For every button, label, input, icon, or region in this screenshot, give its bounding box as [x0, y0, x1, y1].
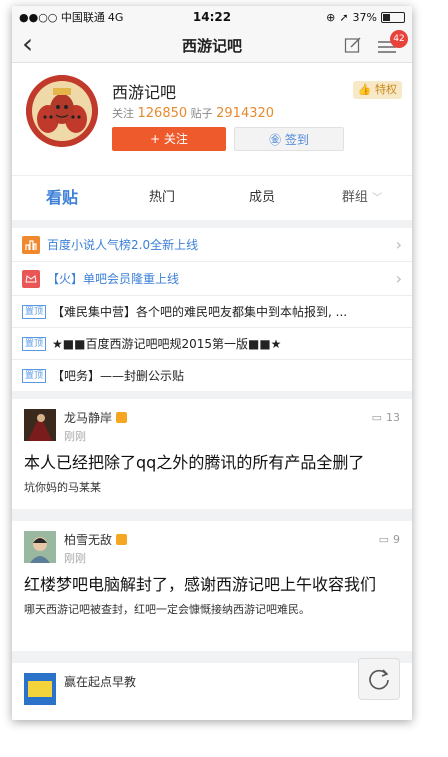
top-post-text: ★■■百度西游记吧吧规2015第一版■■★	[52, 337, 282, 351]
location-icon: ➚	[339, 10, 349, 24]
avatar[interactable]	[24, 673, 56, 705]
tab-members[interactable]: 成员	[212, 176, 312, 220]
post-author[interactable]: 赢在起点早教	[64, 673, 136, 690]
refresh-button[interactable]	[358, 658, 400, 700]
battery-percent: 37%	[352, 10, 377, 24]
post-label: 贴子	[190, 107, 213, 120]
privilege-label: 特权	[375, 83, 397, 96]
phone-screen: ●●○○ 中国联通 4G 14:22 ⊕ ➚ 37% ‹ 西游记吧 42 西游记…	[12, 6, 412, 720]
post-card[interactable]: 赢在起点早教	[12, 663, 412, 720]
refresh-icon	[369, 669, 389, 690]
post-header: 柏雪无敌 刚刚	[24, 531, 400, 569]
network-label: 4G	[107, 10, 124, 24]
top-post-item[interactable]: 置顶 【吧务】——封删公示贴	[12, 360, 412, 391]
avatar[interactable]	[24, 409, 56, 441]
post-count: 2914320	[216, 106, 275, 121]
status-right: ⊕ ➚ 37%	[326, 11, 405, 24]
message-count-badge: 42	[390, 30, 408, 48]
top-post-item[interactable]: 置顶 【难民集中营】各个吧的难民吧友都集中到本帖报到, ...	[12, 296, 412, 328]
forum-header: 西游记吧 关注 126850 贴子 2914320 + 关注 ㊎ 签到 👍 特权	[12, 63, 412, 175]
status-bar: ●●○○ 中国联通 4G 14:22 ⊕ ➚ 37%	[12, 6, 412, 28]
comment-count-value: 13	[386, 411, 400, 424]
top-post-text: 【吧务】——封删公示贴	[52, 369, 185, 383]
top-post-text: 【难民集中营】各个吧的难民吧友都集中到本帖报到, ...	[52, 305, 348, 319]
top-tag: 置顶	[22, 368, 47, 383]
comment-count: ▭ 13	[372, 411, 400, 424]
comment-count-value: 9	[393, 533, 400, 546]
post-author[interactable]: 柏雪无敌	[64, 531, 128, 548]
post-title: 本人已经把除了qq之外的腾讯的所有产品全删了	[24, 453, 365, 472]
privilege-button[interactable]: 👍 特权	[352, 81, 402, 99]
tab-groups[interactable]: 群组 ﹀	[312, 176, 412, 220]
follow-button[interactable]: + 关注	[112, 127, 226, 151]
follow-label: 关注	[112, 107, 134, 120]
battery-icon	[381, 11, 405, 23]
top-post-item[interactable]: 置顶 ★■■百度西游记吧吧规2015第一版■■★	[12, 328, 412, 360]
notice-text: 百度小说人气榜2.0全新上线	[47, 238, 199, 252]
notice-item[interactable]: 百度小说人气榜2.0全新上线 ›	[12, 228, 412, 262]
post-time: 刚刚	[64, 552, 86, 565]
back-chevron-icon[interactable]: ‹	[22, 30, 33, 58]
avatar[interactable]	[24, 531, 56, 563]
sign-in-button[interactable]: ㊎ 签到	[234, 127, 344, 151]
post-title: 红楼梦吧电脑解封了，感谢西游记吧上午收容我们	[24, 575, 377, 594]
tab-bar: 看贴 热门 成员 群组 ﹀	[12, 175, 412, 220]
forum-name: 西游记吧	[112, 83, 177, 102]
follow-count: 126850	[137, 106, 188, 121]
post-excerpt: 坑你妈的马某某	[24, 481, 101, 494]
forum-logo[interactable]	[26, 75, 98, 147]
post-card[interactable]: 柏雪无敌 刚刚 ▭ 9 红楼梦吧电脑解封了，感谢西游记吧上午收容我们 哪天西游记…	[12, 521, 412, 651]
carrier-label: ●●○○ 中国联通	[19, 11, 105, 24]
chevron-right-icon: ›	[395, 269, 402, 288]
nav-bar: ‹ 西游记吧 42	[12, 28, 412, 63]
member-level-icon	[116, 412, 128, 423]
tab-posts[interactable]: 看贴	[12, 176, 112, 220]
member-level-icon	[116, 534, 128, 545]
thumb-icon: 👍	[357, 83, 372, 96]
notice-text: 【火】单吧会员隆重上线	[47, 272, 180, 286]
tab-hot[interactable]: 热门	[112, 176, 212, 220]
alarm-icon: ⊕	[326, 10, 336, 24]
post-header: 赢在起点早教	[24, 673, 400, 711]
chevron-right-icon: ›	[395, 235, 402, 254]
post-time: 刚刚	[64, 430, 86, 443]
notice-item[interactable]: 【火】单吧会员隆重上线 ›	[12, 262, 412, 296]
author-name: 龙马静岸	[64, 411, 113, 425]
sign-in-label: 签到	[284, 133, 309, 147]
comment-icon: ▭	[371, 411, 382, 424]
author-name: 赢在起点早教	[64, 675, 137, 689]
tab-groups-label: 群组	[341, 190, 368, 205]
comment-icon: ▭	[378, 533, 389, 546]
chart-icon	[22, 235, 40, 254]
post-card[interactable]: 龙马静岸 刚刚 ▭ 13 本人已经把除了qq之外的腾讯的所有产品全删了 坑你妈的…	[12, 399, 412, 509]
post-excerpt: 哪天西游记吧被查封，红吧一定会慷慨接纳西游记吧难民。	[24, 603, 310, 616]
sign-in-icon: ㊎	[269, 133, 282, 147]
author-name: 柏雪无敌	[64, 533, 113, 547]
top-tag: 置顶	[22, 304, 47, 319]
carrier-info: ●●○○ 中国联通 4G	[19, 9, 123, 25]
edit-icon[interactable]	[344, 36, 362, 58]
crown-icon	[22, 269, 40, 288]
post-header: 龙马静岸 刚刚	[24, 409, 400, 447]
post-author[interactable]: 龙马静岸	[64, 409, 128, 426]
forum-stats: 关注 126850 贴子 2914320	[112, 105, 274, 121]
top-tag: 置顶	[22, 336, 47, 351]
chevron-down-icon: ﹀	[372, 193, 383, 204]
comment-count: ▭ 9	[379, 533, 400, 546]
notice-list: 百度小说人气榜2.0全新上线 › 【火】单吧会员隆重上线 › 置顶 【难民集中营…	[12, 228, 412, 391]
